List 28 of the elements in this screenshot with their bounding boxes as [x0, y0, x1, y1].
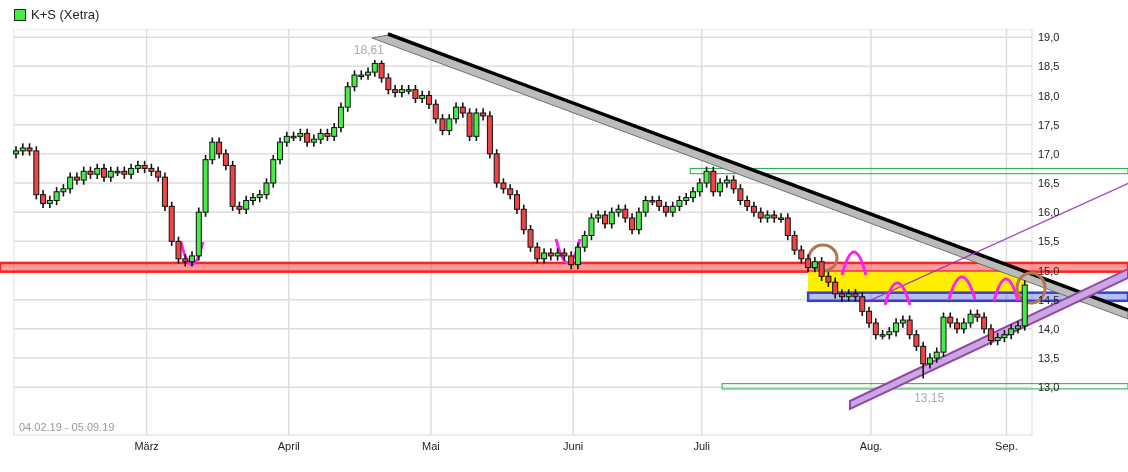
- price-annotation: 18,61: [353, 42, 384, 57]
- axis-label: 15,5: [1038, 235, 1060, 248]
- axis-label: 16,5: [1038, 177, 1060, 189]
- axis-label: März: [134, 440, 159, 452]
- arc-mark: [992, 277, 1020, 302]
- arc-mark: [947, 275, 977, 300]
- price-annotation: 13,15: [914, 391, 945, 406]
- arc-mark: [840, 250, 868, 276]
- axis-label: Juni: [563, 440, 584, 452]
- axis-label: 17,5: [1038, 118, 1060, 131]
- axis-label: 19,0: [1038, 31, 1060, 44]
- arc-mark: [554, 238, 582, 265]
- arc-mark: [179, 241, 205, 266]
- legend-label: K+S (Xetra): [31, 7, 100, 22]
- axis-label: 18,5: [1038, 60, 1060, 73]
- axis-label: 18,0: [1038, 89, 1060, 102]
- axis-label: Aug.: [859, 440, 883, 452]
- date-range-label: 04.02.19 - 05.09.19: [19, 421, 115, 433]
- axis-label: Sep.: [995, 440, 1018, 452]
- arc-mark: [883, 281, 912, 306]
- axis-label: April: [277, 440, 300, 452]
- axis-label: Juli: [693, 440, 711, 452]
- axis-label: 16,0: [1038, 206, 1060, 219]
- axis-label: 14,0: [1038, 322, 1060, 335]
- circle-mark: [807, 243, 839, 273]
- axis-label: 17,0: [1038, 147, 1060, 160]
- axis-label: 13,5: [1038, 352, 1060, 364]
- axis-label: Mai: [422, 440, 440, 452]
